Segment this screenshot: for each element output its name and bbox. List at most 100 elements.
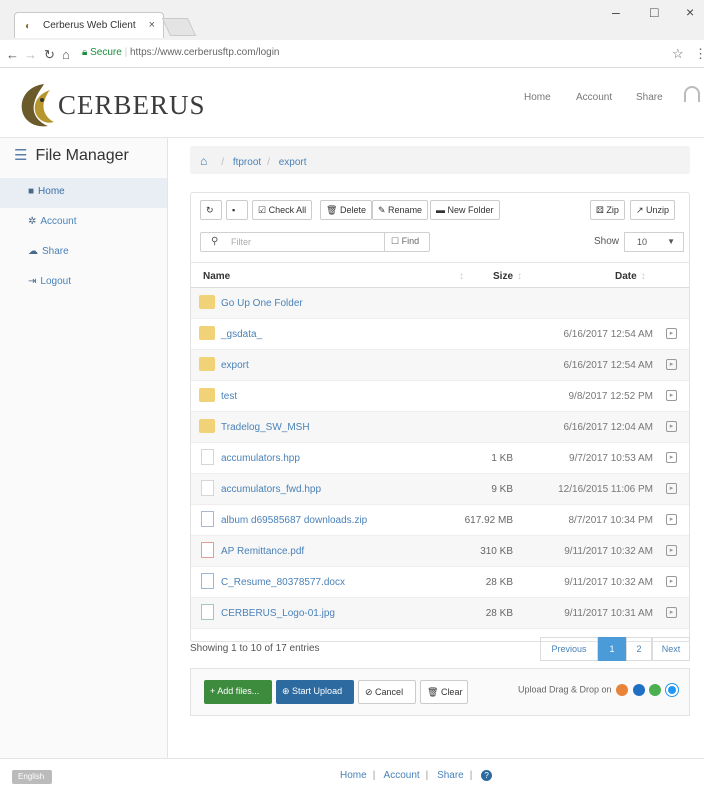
home-icon[interactable]: ⌂ bbox=[200, 154, 207, 168]
footer-share-link[interactable]: Share bbox=[437, 770, 464, 781]
sort-icon[interactable]: ↕ bbox=[455, 271, 464, 282]
row-action-icon[interactable]: ▸ bbox=[666, 483, 677, 494]
row-action-icon[interactable]: ▸ bbox=[666, 607, 677, 618]
image-icon: ▪ bbox=[232, 205, 236, 215]
sidebar-item-home[interactable]: ■ Home bbox=[0, 178, 167, 208]
row-action-icon[interactable]: ▸ bbox=[666, 452, 677, 463]
find-checkbox[interactable]: ☐ Find bbox=[384, 232, 430, 252]
file-name[interactable]: Tradelog_SW_MSH bbox=[221, 422, 310, 433]
file-size: 9 KB bbox=[491, 484, 513, 495]
trash-icon: 🗑︎ bbox=[326, 205, 338, 215]
sidebar-item-share[interactable]: ☁ Share bbox=[0, 238, 167, 268]
table-row[interactable]: AP Remittance.pdf 310 KB 9/11/2017 10:32… bbox=[191, 536, 689, 567]
file-name[interactable]: C_Resume_80378577.docx bbox=[221, 577, 345, 588]
next-button[interactable]: Next bbox=[652, 637, 690, 661]
file-name[interactable]: test bbox=[221, 391, 237, 402]
table-row[interactable]: _gsdata_ 6/16/2017 12:54 AM ▸ bbox=[191, 319, 689, 350]
lock-icon: 🔒︎ bbox=[82, 47, 88, 58]
file-icon bbox=[201, 480, 214, 496]
previous-button[interactable]: Previous bbox=[540, 637, 598, 661]
file-name[interactable]: _gsdata_ bbox=[221, 329, 262, 340]
topnav-home[interactable]: Home bbox=[524, 92, 551, 103]
forward-icon[interactable]: → bbox=[24, 47, 37, 62]
browser-tab[interactable]: ◐ Cerberus Web Client × bbox=[14, 12, 164, 38]
clear-button[interactable]: 🗑︎ Clear bbox=[420, 680, 468, 704]
file-name[interactable]: album d69585687 downloads.zip bbox=[221, 515, 367, 526]
col-date[interactable]: Date ↕ bbox=[615, 271, 646, 282]
table-row[interactable]: CERBERUS_Logo-01.jpg 28 KB 9/11/2017 10:… bbox=[191, 598, 689, 629]
topnav-share[interactable]: Share bbox=[636, 92, 663, 103]
file-name[interactable]: CERBERUS_Logo-01.jpg bbox=[221, 608, 335, 619]
favicon-icon: ◐ bbox=[25, 21, 32, 32]
sidebar-item-label: Account bbox=[40, 216, 77, 227]
url-field[interactable]: 🔒︎ Secure | https://www.cerberusftp.com/… bbox=[82, 47, 662, 58]
safari-icon bbox=[665, 684, 678, 696]
row-action-icon[interactable]: ▸ bbox=[666, 328, 677, 339]
table-row[interactable]: Tradelog_SW_MSH 6/16/2017 12:04 AM ▸ bbox=[191, 412, 689, 443]
page-1-button[interactable]: 1 bbox=[598, 637, 626, 661]
maximize-icon[interactable]: □ bbox=[650, 4, 658, 20]
file-date: 9/11/2017 10:32 AM bbox=[564, 546, 653, 557]
help-icon[interactable]: ? bbox=[481, 770, 493, 781]
table-row[interactable]: accumulators_fwd.hpp 9 KB 12/16/2015 11:… bbox=[191, 474, 689, 505]
row-action-icon[interactable]: ▸ bbox=[666, 514, 677, 525]
folder-icon bbox=[199, 419, 215, 433]
folder-icon bbox=[199, 357, 215, 371]
home-icon[interactable]: ⌂ bbox=[62, 47, 70, 62]
table-row[interactable]: Go Up One Folder bbox=[191, 288, 689, 319]
file-name[interactable]: export bbox=[221, 360, 249, 371]
show-label: Show bbox=[594, 236, 620, 247]
file-name[interactable]: accumulators_fwd.hpp bbox=[221, 484, 321, 495]
table-row[interactable]: accumulators.hpp 1 KB 9/7/2017 10:53 AM … bbox=[191, 443, 689, 474]
firefox-icon bbox=[616, 684, 629, 696]
minimize-icon[interactable]: – bbox=[612, 4, 620, 20]
file-name[interactable]: AP Remittance.pdf bbox=[221, 546, 304, 557]
row-action-icon[interactable]: ▸ bbox=[666, 359, 677, 370]
close-window-icon[interactable]: × bbox=[686, 4, 694, 20]
new-folder-button[interactable]: ▬ New Folder bbox=[430, 200, 500, 220]
thumbnail-button[interactable]: ▪ bbox=[226, 200, 248, 220]
back-icon[interactable]: ← bbox=[6, 47, 19, 62]
page-size-select[interactable]: 10 ▼ bbox=[624, 232, 684, 252]
table-row[interactable]: test 9/8/2017 12:52 PM ▸ bbox=[191, 381, 689, 412]
bookmark-star-icon[interactable]: ☆ bbox=[672, 46, 684, 62]
row-action-icon[interactable]: ▸ bbox=[666, 545, 677, 556]
reload-icon[interactable]: ↻ bbox=[44, 47, 55, 63]
zip-button[interactable]: ⚄ Zip bbox=[590, 200, 625, 220]
table-row[interactable]: C_Resume_80378577.docx 28 KB 9/11/2017 1… bbox=[191, 567, 689, 598]
check-all-button[interactable]: ☑ Check All bbox=[252, 200, 313, 220]
footer-home-link[interactable]: Home bbox=[340, 770, 367, 781]
sidebar-item-account[interactable]: ✲ Account bbox=[0, 208, 167, 238]
table-row[interactable]: album d69585687 downloads.zip 617.92 MB … bbox=[191, 505, 689, 536]
unzip-button[interactable]: ↗ Unzip bbox=[630, 200, 676, 220]
delete-button[interactable]: 🗑︎ Delete bbox=[320, 200, 372, 220]
refresh-button[interactable]: ↻ bbox=[200, 200, 222, 220]
table-row[interactable]: export 6/16/2017 12:54 AM ▸ bbox=[191, 350, 689, 381]
rename-button[interactable]: ✎ Rename bbox=[372, 200, 429, 220]
row-action-icon[interactable]: ▸ bbox=[666, 390, 677, 401]
file-icon bbox=[201, 449, 214, 465]
file-name[interactable]: Go Up One Folder bbox=[221, 298, 303, 309]
chrome-icon bbox=[649, 684, 662, 696]
add-files-button[interactable]: + Add files... bbox=[204, 680, 272, 704]
cancel-upload-button[interactable]: ⊘ Cancel bbox=[358, 680, 416, 704]
user-icon[interactable] bbox=[684, 86, 700, 102]
file-name[interactable]: accumulators.hpp bbox=[221, 453, 300, 464]
row-action-icon[interactable]: ▸ bbox=[666, 576, 677, 587]
col-name[interactable]: Name bbox=[203, 271, 230, 282]
breadcrumb-export[interactable]: export bbox=[279, 157, 307, 168]
language-selector[interactable]: English bbox=[12, 770, 52, 784]
col-size[interactable]: Size ↕ bbox=[493, 271, 522, 282]
footer-account-link[interactable]: Account bbox=[384, 770, 420, 781]
row-action-icon[interactable]: ▸ bbox=[666, 421, 677, 432]
menu-icon[interactable]: ⋮ bbox=[694, 46, 704, 62]
cerberus-logo-icon bbox=[21, 84, 54, 127]
breadcrumb: ⌂ / ftproot / export bbox=[190, 146, 690, 174]
folder-icon: ■ bbox=[28, 186, 35, 197]
sidebar-item-logout[interactable]: ⇥ Logout bbox=[0, 268, 167, 298]
page-2-button[interactable]: 2 bbox=[626, 637, 652, 661]
breadcrumb-ftproot[interactable]: ftproot bbox=[233, 157, 261, 168]
start-upload-button[interactable]: ⊕ Start Upload bbox=[276, 680, 354, 704]
topnav-account[interactable]: Account bbox=[576, 92, 612, 103]
close-tab-icon[interactable]: × bbox=[149, 19, 155, 31]
